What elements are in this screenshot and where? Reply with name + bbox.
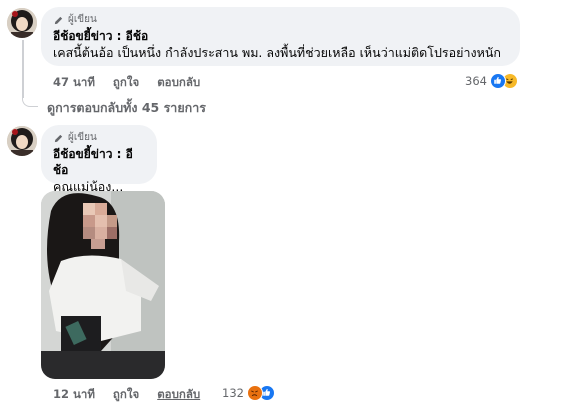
author-avatar[interactable] bbox=[7, 8, 37, 38]
reply-button[interactable]: ตอบกลับ bbox=[157, 74, 200, 92]
like-button[interactable]: ถูกใจ bbox=[113, 386, 139, 404]
comment-timestamp[interactable]: 47 นาที bbox=[53, 74, 95, 92]
reply-button[interactable]: ตอบกลับ bbox=[157, 386, 200, 404]
reaction-count: 132 bbox=[222, 386, 244, 400]
comment-timestamp[interactable]: 12 นาที bbox=[53, 386, 95, 404]
comment-text: เคสนี้ต้นอ้อ เป็นหนึ่ง กำลังประสาน พม. ล… bbox=[53, 45, 501, 60]
pencil-icon bbox=[54, 16, 63, 24]
photo-image bbox=[41, 191, 165, 379]
view-replies-label: ดูการตอบกลับทั้ง 45 รายการ bbox=[47, 100, 206, 115]
author-badge-label: ผู้เขียน bbox=[68, 14, 97, 25]
reaction-summary[interactable]: 364 bbox=[465, 73, 518, 89]
reaction-summary[interactable]: 132 bbox=[222, 385, 275, 401]
thread-connector-vertical bbox=[22, 40, 24, 98]
pencil-icon bbox=[54, 134, 63, 142]
comment-actions: 47 นาที ถูกใจ ตอบกลับ bbox=[53, 74, 218, 92]
author-badge-label: ผู้เขียน bbox=[68, 132, 97, 143]
comment-author[interactable]: อีช้อขยี้ข่าว : อีช้อ bbox=[53, 146, 145, 178]
comment-actions: 12 นาที ถูกใจ ตอบกลับ bbox=[53, 386, 218, 404]
thread-connector-curve bbox=[22, 97, 38, 107]
comment-bubble: ผู้เขียน อีช้อขยี้ข่าว : อีช้อ เคสนี้ต้น… bbox=[41, 7, 520, 66]
avatar-image bbox=[7, 126, 37, 156]
like-button[interactable]: ถูกใจ bbox=[113, 74, 139, 92]
comment-author[interactable]: อีช้อขยี้ข่าว : อีช้อ bbox=[53, 28, 508, 44]
like-icon bbox=[489, 73, 506, 89]
reaction-count: 364 bbox=[465, 74, 487, 88]
author-badge: ผู้เขียน bbox=[53, 14, 508, 26]
comment-photo[interactable] bbox=[41, 191, 165, 379]
avatar-image bbox=[7, 8, 37, 38]
angry-icon bbox=[246, 385, 263, 401]
author-avatar[interactable] bbox=[7, 126, 37, 156]
author-badge: ผู้เขียน bbox=[53, 132, 145, 144]
comment-bubble: ผู้เขียน อีช้อขยี้ข่าว : อีช้อ คุณแม่น้อ… bbox=[41, 125, 157, 194]
view-replies-link[interactable]: ดูการตอบกลับทั้ง 45 รายการ bbox=[47, 98, 206, 118]
